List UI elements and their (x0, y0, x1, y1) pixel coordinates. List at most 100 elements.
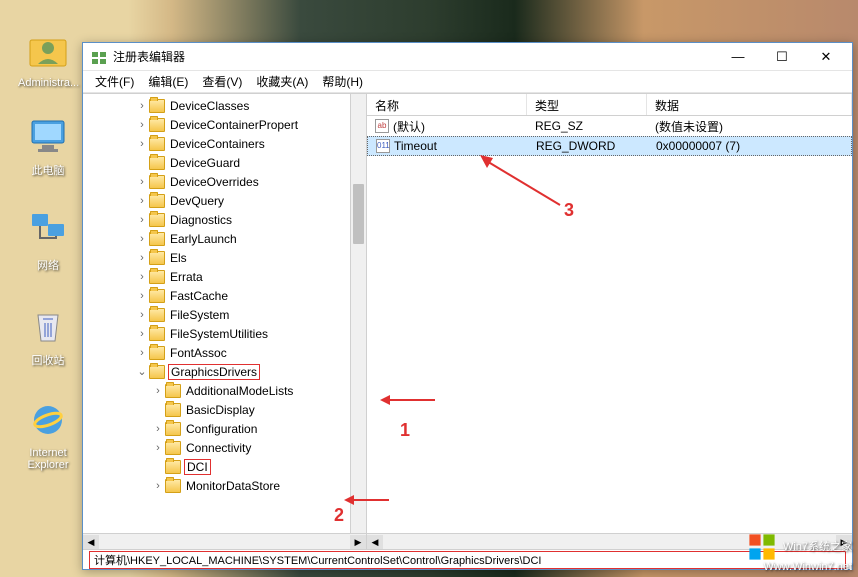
ie-icon (28, 400, 68, 440)
folder-icon (149, 251, 165, 265)
scroll-right-button[interactable]: ▶ (350, 535, 366, 549)
horizontal-scrollbar[interactable]: ◀ ▶ (83, 533, 366, 549)
scrollbar-thumb[interactable] (353, 184, 364, 244)
desktop-icon-recycle-bin[interactable]: 回收站 (18, 305, 78, 368)
menu-favorites[interactable]: 收藏夹(A) (250, 71, 314, 92)
folder-icon (149, 118, 165, 132)
menu-view[interactable]: 查看(V) (196, 71, 248, 92)
column-header-type[interactable]: 类型 (527, 94, 647, 115)
tree-pane: ›DeviceClasses›DeviceContainerPropert›De… (83, 94, 367, 549)
tree-node[interactable]: BasicDisplay (83, 400, 366, 419)
desktop-icon-administrator[interactable]: Administra... (18, 30, 78, 89)
tree-node-label: Els (168, 251, 189, 265)
scroll-left-button[interactable]: ◀ (83, 535, 99, 549)
tree-node[interactable]: › Els (83, 248, 366, 267)
list-row[interactable]: 011TimeoutREG_DWORD0x00000007 (7) (367, 136, 852, 156)
tree-node-label: Connectivity (184, 441, 253, 455)
tree-node[interactable]: › DeviceContainers (83, 134, 366, 153)
titlebar[interactable]: 注册表编辑器 — ☐ ✕ (83, 43, 852, 71)
value-name: (默认) (393, 118, 425, 135)
folder-icon (165, 384, 181, 398)
menu-help[interactable]: 帮助(H) (316, 71, 369, 92)
collapse-icon[interactable]: › (151, 423, 165, 435)
tree-node[interactable]: › FontAssoc (83, 343, 366, 362)
column-header-name[interactable]: 名称 (367, 94, 527, 115)
vertical-scrollbar[interactable] (350, 94, 366, 533)
folder-icon (149, 194, 165, 208)
tree-node-label: BasicDisplay (184, 403, 257, 417)
tree-node[interactable]: ›Errata (83, 267, 366, 286)
tree-node-label: FontAssoc (168, 346, 229, 360)
collapse-icon[interactable]: › (151, 480, 165, 492)
collapse-icon[interactable]: › (135, 176, 149, 188)
tree-node[interactable]: DeviceGuard (83, 153, 366, 172)
folder-icon (149, 137, 165, 151)
collapse-icon[interactable]: › (135, 309, 149, 321)
column-header-data[interactable]: 数据 (647, 94, 852, 115)
collapse-icon[interactable]: › (135, 138, 149, 150)
minimize-button[interactable]: — (716, 44, 760, 70)
collapse-icon[interactable]: › (151, 385, 165, 397)
folder-icon (149, 232, 165, 246)
folder-icon (165, 460, 181, 474)
tree-node[interactable]: ›MonitorDataStore (83, 476, 366, 495)
scroll-left-button[interactable]: ◀ (367, 535, 383, 549)
collapse-icon[interactable]: › (135, 119, 149, 131)
registry-tree[interactable]: ›DeviceClasses›DeviceContainerPropert›De… (83, 94, 366, 533)
string-value-icon: ab (375, 119, 389, 133)
folder-icon (149, 365, 165, 379)
collapse-icon[interactable]: › (135, 233, 149, 245)
desktop-icon-network[interactable]: 网络 (18, 210, 78, 273)
list-row[interactable]: ab(默认)REG_SZ(数值未设置) (367, 116, 852, 136)
folder-icon (165, 441, 181, 455)
desktop-icon-label: Administra... (18, 77, 78, 89)
tree-node[interactable]: ›FileSystem (83, 305, 366, 324)
tree-node[interactable]: ›FileSystemUtilities (83, 324, 366, 343)
tree-node[interactable]: › DeviceOverrides (83, 172, 366, 191)
tree-node-label: AdditionalModeLists (184, 384, 295, 398)
desktop-icon-internet-explorer[interactable]: Internet Explorer (18, 400, 78, 471)
tree-node[interactable]: ›Configuration (83, 419, 366, 438)
tree-node[interactable]: › AdditionalModeLists (83, 381, 366, 400)
menu-file[interactable]: 文件(F) (89, 71, 140, 92)
tree-node[interactable]: ›Diagnostics (83, 210, 366, 229)
value-data: (数值未设置) (647, 118, 852, 135)
collapse-icon[interactable]: › (151, 442, 165, 454)
collapse-icon[interactable]: › (135, 347, 149, 359)
collapse-icon[interactable]: › (135, 195, 149, 207)
collapse-icon[interactable]: › (135, 271, 149, 283)
regedit-icon (91, 49, 107, 65)
close-button[interactable]: ✕ (804, 44, 848, 70)
menu-edit[interactable]: 编辑(E) (142, 71, 194, 92)
value-type: REG_DWORD (528, 139, 648, 153)
desktop-icon-label: 回收站 (18, 352, 78, 368)
tree-node-label: DCI (184, 459, 211, 475)
tree-node-label: DeviceOverrides (168, 175, 261, 189)
desktop-icon-this-pc[interactable]: 此电脑 (18, 115, 78, 178)
tree-node[interactable]: ›DevQuery (83, 191, 366, 210)
collapse-icon[interactable]: › (135, 290, 149, 302)
folder-icon (149, 346, 165, 360)
tree-node[interactable]: ›FastCache (83, 286, 366, 305)
tree-node[interactable]: DCI (83, 457, 366, 476)
tree-node-label: DeviceContainers (168, 137, 267, 151)
tree-node-label: GraphicsDrivers (168, 364, 260, 380)
user-folder-icon (28, 30, 68, 70)
tree-node[interactable]: ⌄ GraphicsDrivers (83, 362, 366, 381)
folder-icon (149, 270, 165, 284)
collapse-icon[interactable]: › (135, 214, 149, 226)
folder-icon (165, 479, 181, 493)
collapse-icon[interactable]: › (135, 252, 149, 264)
tree-node[interactable]: ›DeviceClasses (83, 96, 366, 115)
computer-icon (28, 115, 68, 155)
collapse-icon[interactable]: › (135, 328, 149, 340)
list-header: 名称 类型 数据 (367, 94, 852, 116)
collapse-icon[interactable]: › (135, 100, 149, 112)
tree-node[interactable]: ›EarlyLaunch (83, 229, 366, 248)
tree-node[interactable]: › Connectivity (83, 438, 366, 457)
list-body[interactable]: ab(默认)REG_SZ(数值未设置)011TimeoutREG_DWORD0x… (367, 116, 852, 533)
maximize-button[interactable]: ☐ (760, 44, 804, 70)
folder-icon (149, 308, 165, 322)
expand-icon[interactable]: ⌄ (135, 365, 149, 378)
tree-node[interactable]: ›DeviceContainerPropert (83, 115, 366, 134)
